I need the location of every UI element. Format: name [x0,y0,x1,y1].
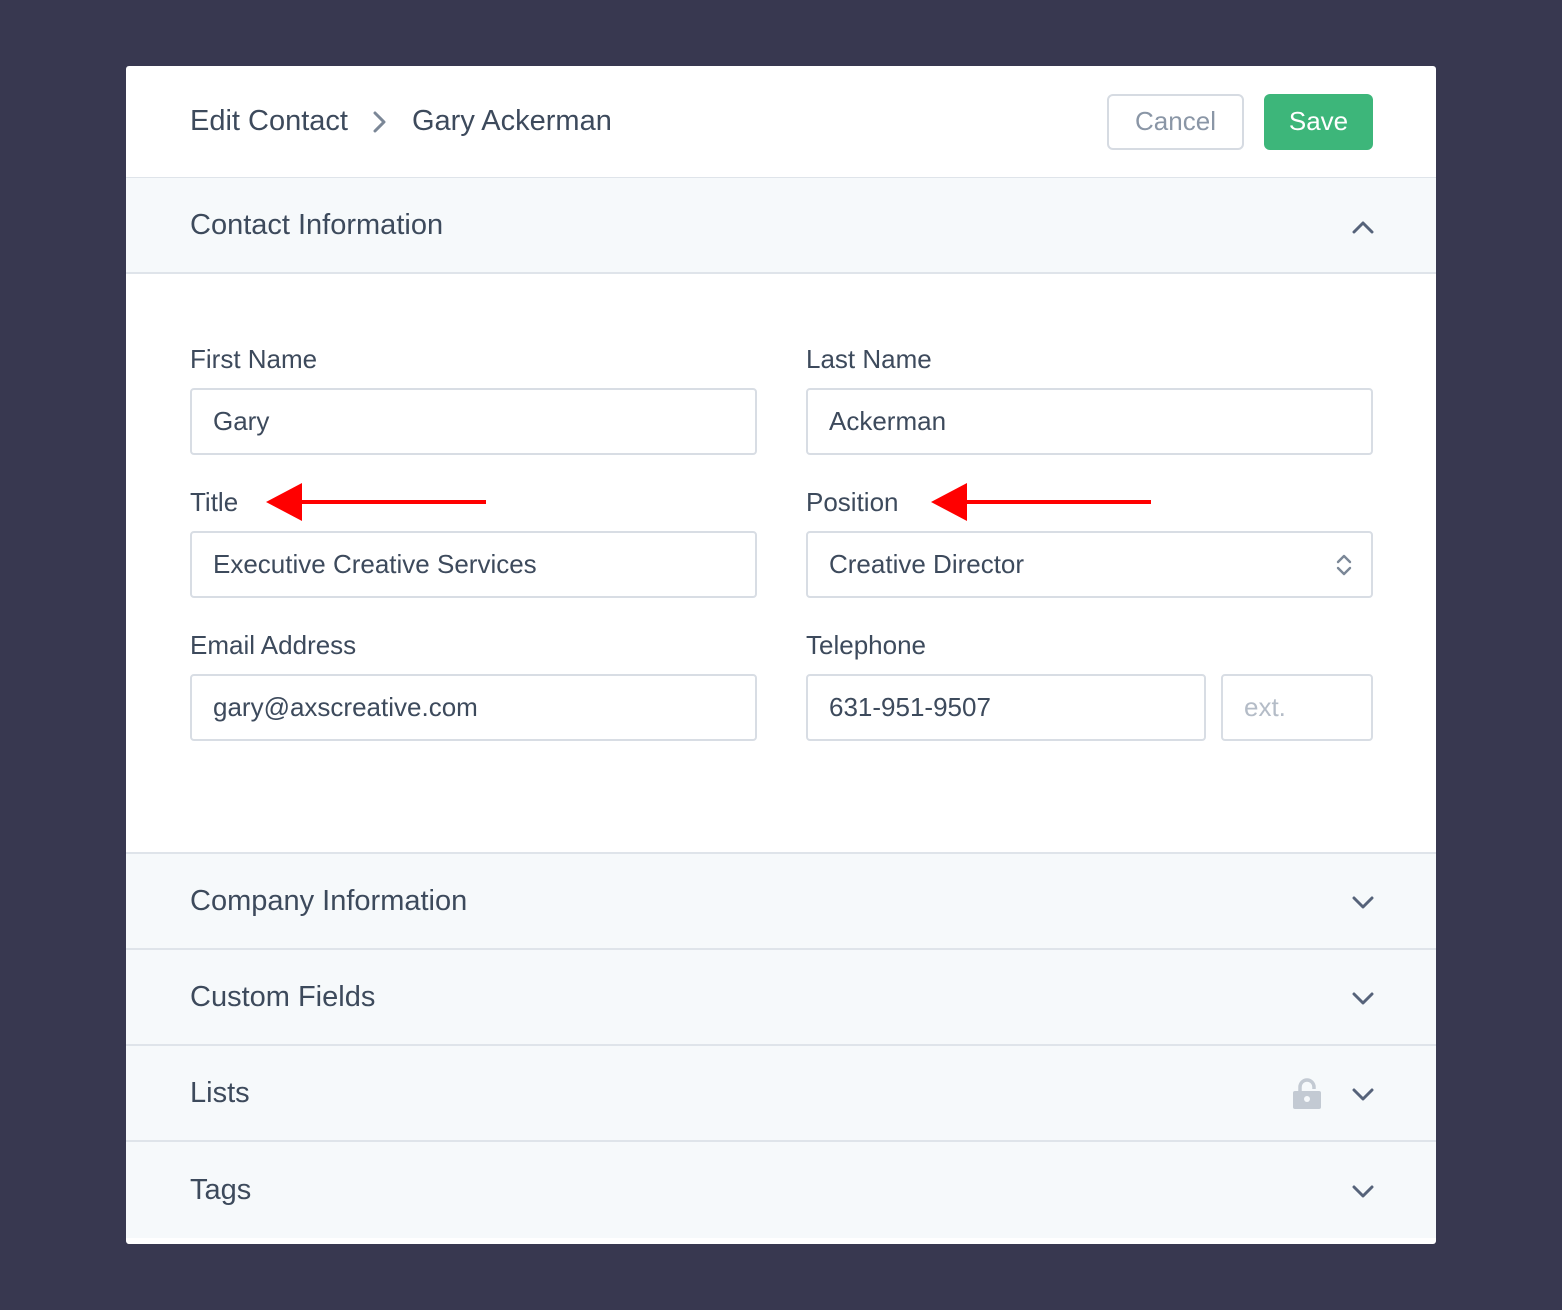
arrow-left-icon [931,481,1153,528]
section-title: Custom Fields [190,980,376,1013]
section-header-company-information[interactable]: Company Information [126,854,1436,950]
position-field: Position Creative Director [806,481,1373,598]
position-select[interactable]: Creative Director [806,531,1373,598]
form-row: Title Position Creative Director [190,481,1373,598]
section-title: Tags [190,1173,252,1206]
last-name-field: Last Name [806,338,1373,455]
telephone-label: Telephone [806,629,926,660]
section-title: Company Information [190,884,468,917]
last-name-label: Last Name [806,343,932,374]
chevron-right-icon [348,110,412,134]
cancel-button[interactable]: Cancel [1107,93,1244,150]
last-name-input[interactable] [806,388,1373,455]
save-button[interactable]: Save [1264,93,1373,150]
position-select-value[interactable]: Creative Director [806,531,1373,598]
chevron-up-icon[interactable] [1352,209,1374,242]
form-row: First Name Last Name [190,338,1373,455]
header-actions: Cancel Save [1107,93,1373,150]
position-label: Position [806,486,899,517]
breadcrumb-root[interactable]: Edit Contact [190,105,348,138]
section-title: Contact Information [190,208,444,241]
breadcrumb-current: Gary Ackerman [411,105,612,137]
email-field: Email Address [190,624,757,741]
section-title: Lists [190,1076,250,1109]
section-header-lists[interactable]: Lists [126,1046,1436,1142]
title-input[interactable] [190,531,757,598]
section-header-custom-fields[interactable]: Custom Fields [126,950,1436,1046]
email-label: Email Address [190,629,357,660]
first-name-label: First Name [190,343,318,374]
lock-icon [1292,1077,1322,1109]
chevron-down-icon[interactable] [1352,981,1374,1014]
contact-form: First Name Last Name Title [126,274,1436,854]
chevron-down-icon[interactable] [1352,1174,1374,1207]
telephone-field: Telephone [806,624,1373,741]
section-header-tags[interactable]: Tags [126,1142,1436,1238]
telephone-input[interactable] [806,674,1206,741]
title-label: Title [190,486,239,517]
first-name-field: First Name [190,338,757,455]
form-row: Email Address Telephone [190,624,1373,741]
email-input[interactable] [190,674,757,741]
chevron-down-icon[interactable] [1352,1077,1374,1110]
telephone-ext-input[interactable] [1221,674,1373,741]
section-header-contact-information[interactable]: Contact Information [126,178,1436,274]
first-name-input[interactable] [190,388,757,455]
chevron-down-icon[interactable] [1352,885,1374,918]
arrow-left-icon [266,481,488,528]
edit-contact-card: Edit Contact Gary Ackerman Cancel Save C… [126,66,1436,1244]
title-field: Title [190,481,757,598]
page-header: Edit Contact Gary Ackerman Cancel Save [126,66,1436,178]
breadcrumb: Edit Contact Gary Ackerman [190,105,612,138]
